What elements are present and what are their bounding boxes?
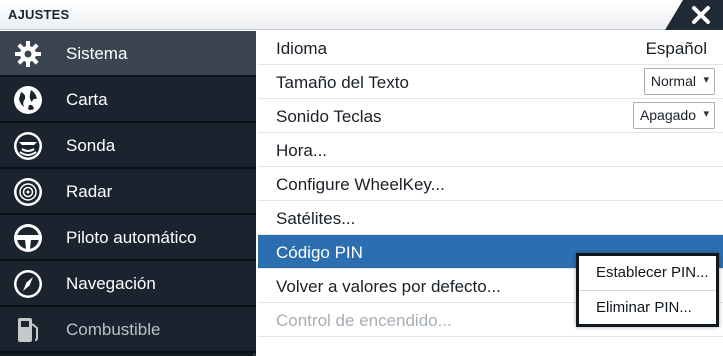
setting-row-wheelkey[interactable]: Configure WheelKey... (258, 167, 723, 201)
menu-item-label: Establecer PIN... (596, 264, 709, 281)
setting-row-hora[interactable]: Hora... (258, 133, 723, 167)
sidebar-item-label: Radar (66, 182, 113, 201)
setting-label: Sonido Teclas (276, 107, 382, 126)
title-bar: AJUSTES (0, 0, 723, 30)
chevron-down-icon: ▾ (703, 108, 709, 120)
radar-icon (14, 178, 42, 206)
setting-label: Hora... (276, 141, 328, 160)
sidebar-item-label: Carta (66, 90, 108, 109)
pin-submenu: Establecer PIN... Eliminar PIN... (576, 253, 719, 327)
compass-icon (14, 270, 42, 298)
window-title: AJUSTES (8, 7, 70, 22)
gear-icon (15, 41, 41, 67)
sidebar-item-sistema[interactable]: Sistema (0, 31, 256, 77)
sidebar-item-radar[interactable]: Radar (0, 169, 256, 215)
dropdown-value: Apagado (639, 107, 696, 123)
setting-row-tamano-texto[interactable]: Tamaño del Texto Normal ▾ (258, 65, 723, 99)
sidebar-item-label: Navegación (66, 274, 156, 293)
setting-row-satelites[interactable]: Satélites... (258, 201, 723, 235)
chevron-down-icon: ▾ (703, 74, 709, 86)
menu-item-eliminar-pin[interactable]: Eliminar PIN... (579, 290, 716, 324)
setting-row-sonido-teclas[interactable]: Sonido Teclas Apagado ▾ (258, 99, 723, 133)
setting-label: Tamaño del Texto (276, 73, 409, 92)
setting-label: Código PIN (276, 243, 363, 262)
sidebar-item-sonda[interactable]: Sonda (0, 123, 256, 169)
text-size-dropdown[interactable]: Normal ▾ (643, 68, 715, 95)
key-sound-dropdown[interactable]: Apagado ▾ (632, 102, 715, 129)
steering-wheel-icon (14, 224, 42, 252)
fuel-pump-icon (18, 318, 38, 342)
close-icon (692, 6, 710, 24)
setting-label: Control de encendido... (276, 311, 452, 330)
sidebar-item-label: Sonda (66, 136, 116, 155)
setting-label: Configure WheelKey... (276, 175, 445, 194)
settings-sidebar: Sistema Carta Sonda Radar Piloto automát… (0, 31, 256, 356)
setting-label: Volver a valores por defecto... (276, 277, 501, 296)
setting-label: Satélites... (276, 209, 356, 228)
sonar-icon (14, 132, 42, 160)
sidebar-item-carta[interactable]: Carta (0, 77, 256, 123)
menu-item-establecer-pin[interactable]: Establecer PIN... (579, 256, 716, 290)
sidebar-item-label: Combustible (66, 320, 161, 339)
setting-value: Español (645, 39, 707, 58)
sidebar-item-piloto-automatico[interactable]: Piloto automático (0, 215, 256, 261)
sidebar-item-navegacion[interactable]: Navegación (0, 261, 256, 307)
menu-item-label: Eliminar PIN... (596, 299, 692, 316)
sidebar-item-label: Sistema (66, 44, 128, 63)
close-button[interactable] (665, 0, 723, 30)
sidebar-item-label: Piloto automático (66, 228, 197, 247)
dropdown-value: Normal (650, 73, 696, 89)
setting-row-idioma[interactable]: Idioma Español (258, 31, 723, 65)
sidebar-item-combustible[interactable]: Combustible (0, 307, 256, 353)
globe-icon (14, 86, 42, 114)
setting-label: Idioma (276, 39, 328, 58)
